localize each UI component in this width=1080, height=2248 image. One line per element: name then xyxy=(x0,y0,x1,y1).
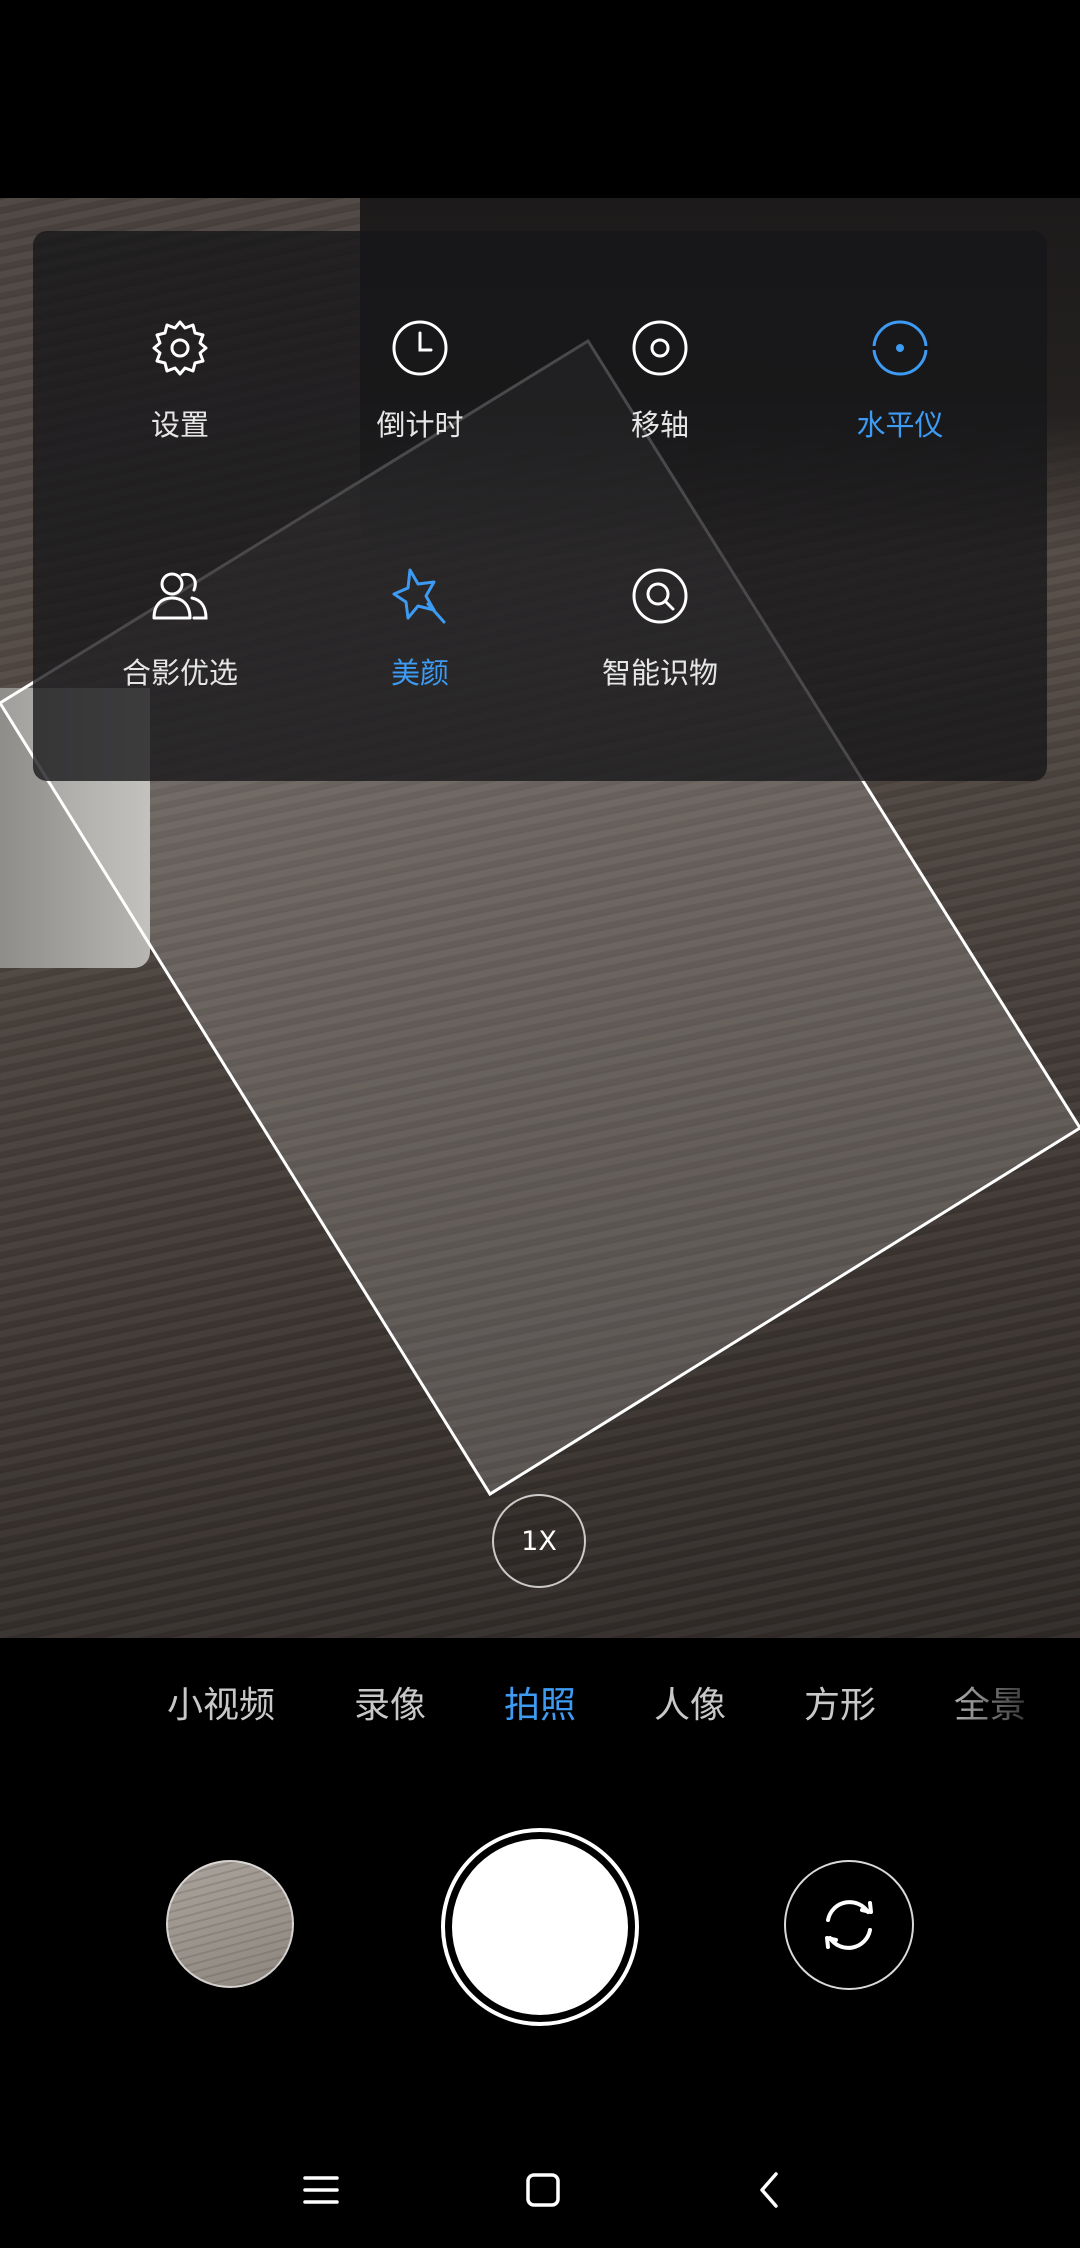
setting-beauty[interactable]: 美颜 xyxy=(300,564,540,724)
setting-label: 倒计时 xyxy=(376,408,464,442)
mode-fade-overlay xyxy=(940,1666,1080,1746)
mode-photo[interactable]: 拍照 xyxy=(504,1666,576,1746)
setting-level[interactable]: 水平仪 xyxy=(780,316,1020,476)
setting-label: 设置 xyxy=(150,408,209,442)
switch-camera-button[interactable] xyxy=(784,1860,914,1990)
setting-settings[interactable]: 设置 xyxy=(60,316,300,476)
home-icon[interactable] xyxy=(519,2166,567,2214)
setting-label: 合影优选 xyxy=(121,656,238,690)
mode-square[interactable]: 方形 xyxy=(804,1666,876,1746)
setting-group-photo[interactable]: 合影优选 xyxy=(60,564,300,724)
setting-timer[interactable]: 倒计时 xyxy=(300,316,540,476)
setting-label: 智能识物 xyxy=(601,656,718,690)
menu-icon[interactable] xyxy=(297,2166,345,2214)
setting-tilt-shift[interactable]: 移轴 xyxy=(540,316,780,476)
level-icon xyxy=(870,320,930,376)
group-photo-icon xyxy=(152,572,208,620)
setting-smart-recognition[interactable]: 智能识物 xyxy=(540,564,780,724)
mode-portrait[interactable]: 人像 xyxy=(654,1666,726,1746)
beauty-icon xyxy=(392,568,446,624)
setting-label: 移轴 xyxy=(630,408,689,442)
mode-short-video[interactable]: 小视频 xyxy=(167,1666,275,1746)
mode-video[interactable]: 录像 xyxy=(354,1666,426,1746)
status-bar xyxy=(0,0,1080,198)
smart-recognition-icon xyxy=(632,568,688,624)
shutter-button[interactable] xyxy=(441,1828,639,2026)
back-icon[interactable] xyxy=(746,2166,794,2214)
gear-icon xyxy=(152,320,208,376)
mode-selector: 小视频 录像 拍照 人像 方形 全景 xyxy=(0,1666,1080,1746)
gallery-thumbnail[interactable] xyxy=(166,1860,294,1988)
setting-label: 美颜 xyxy=(390,656,449,690)
switch-camera-icon xyxy=(825,1900,873,1950)
tilt-shift-icon xyxy=(632,320,688,376)
zoom-label: 1X xyxy=(521,1525,557,1557)
timer-icon xyxy=(392,320,448,376)
system-nav-bar xyxy=(0,2140,1080,2240)
zoom-button[interactable]: 1X xyxy=(492,1494,586,1588)
setting-label: 水平仪 xyxy=(856,408,944,442)
settings-panel: 设置 倒计时 移轴 水平仪 合影优选 美颜 智能识物 xyxy=(33,231,1047,781)
shutter-inner xyxy=(452,1839,628,2015)
